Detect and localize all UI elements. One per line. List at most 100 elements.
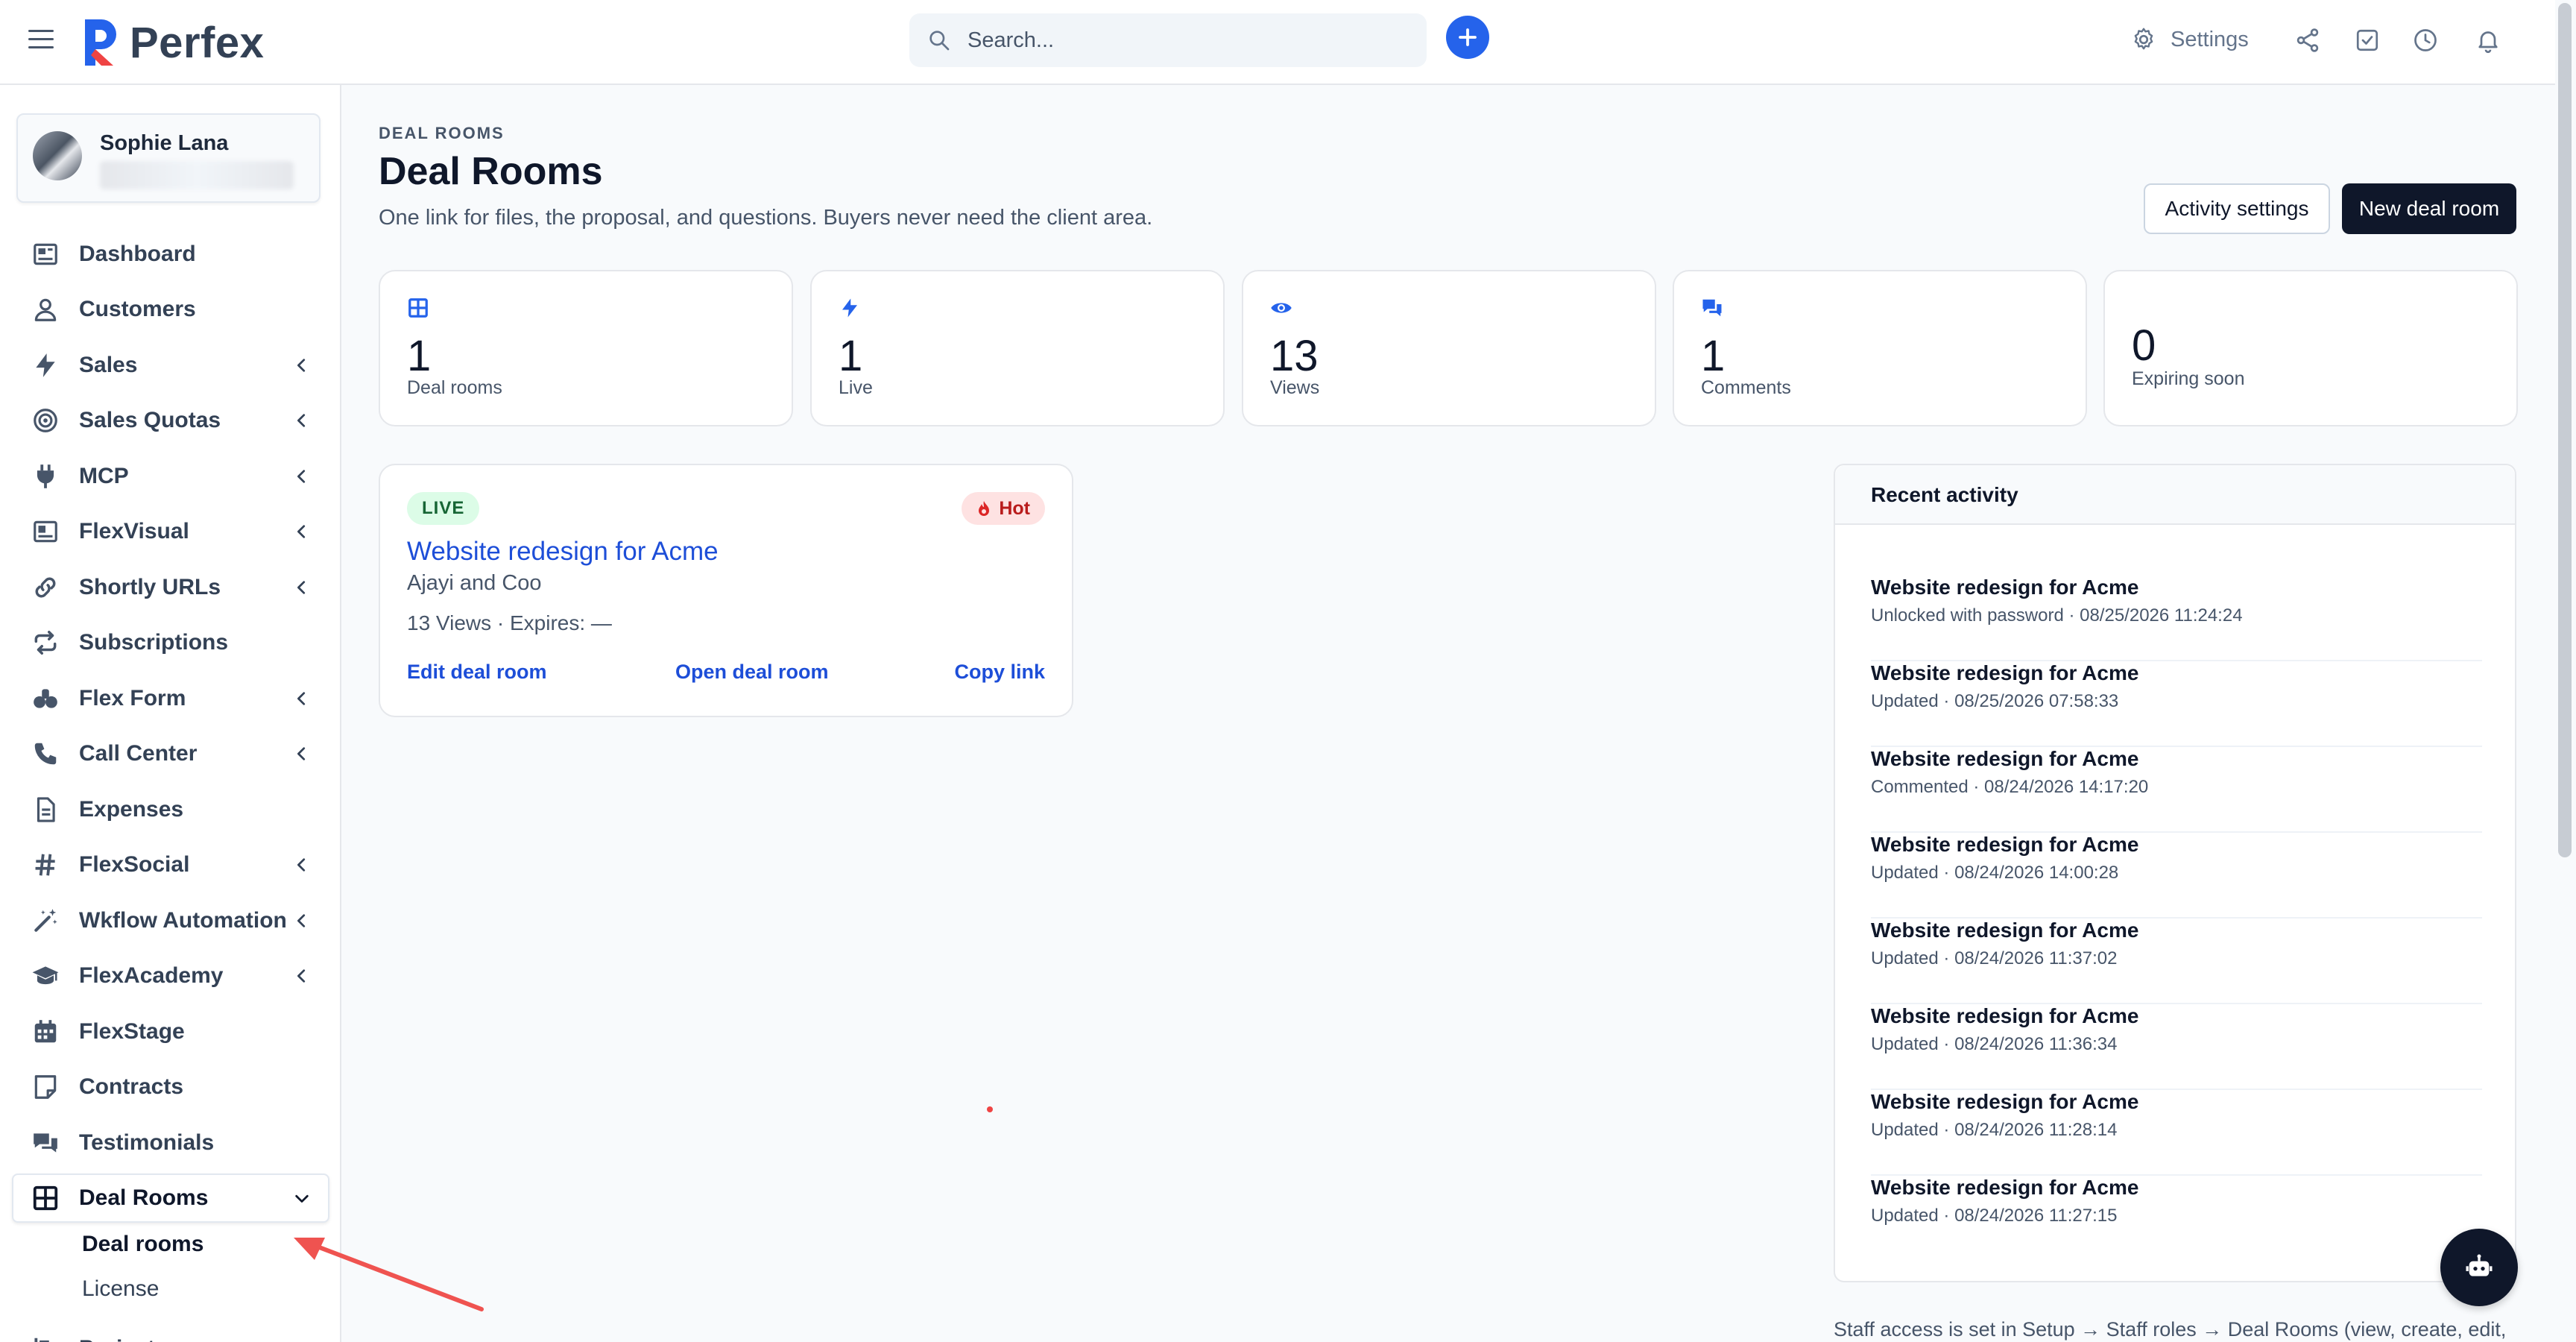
sidebar-item-dashboard[interactable]: Dashboard [0, 228, 341, 280]
sidebar-item-mcp[interactable]: MCP [0, 450, 341, 503]
hot-badge: Hot [962, 492, 1045, 525]
calendar-icon [31, 1018, 60, 1046]
logo[interactable]: Perfex [80, 16, 264, 69]
new-deal-room-button[interactable]: New deal room [2342, 183, 2516, 234]
sidebar-item-sales-quotas[interactable]: Sales Quotas [0, 394, 341, 447]
sidebar-item-label: Dashboard [79, 242, 196, 266]
copy-link-button[interactable]: Copy link [954, 661, 1045, 684]
sidebar-item-call-center[interactable]: Call Center [0, 728, 341, 780]
deal-room-title-link[interactable]: Website redesign for Acme [407, 537, 719, 567]
sidebar-item-testimonials[interactable]: Testimonials [0, 1117, 341, 1169]
sidebar-item-customers[interactable]: Customers [0, 283, 341, 336]
sidebar-item-flexacademy[interactable]: FlexAcademy [0, 950, 341, 1002]
activity-item-title: Website redesign for Acme [1871, 833, 2139, 856]
stat-card-deal-rooms: 1 Deal rooms [379, 270, 793, 426]
deal-room-client: Ajayi and Coo [407, 571, 542, 595]
sidebar-item-label: Contracts [79, 1074, 184, 1099]
flame-icon [979, 501, 990, 516]
sidebar-item-flexstage[interactable]: FlexStage [0, 1006, 341, 1058]
repeat-icon [31, 629, 60, 657]
activity-item-detail: Unlocked with password · 08/25/2026 11:2… [1871, 605, 2243, 626]
page-subtitle: One link for files, the proposal, and qu… [379, 206, 1153, 230]
sidebar-item-label: Shortly URLs [79, 575, 221, 599]
sidebar-item-label: Wkflow Automation [79, 908, 287, 933]
sidebar-item-flexvisual[interactable]: FlexVisual [0, 505, 341, 558]
gear-icon [2134, 28, 2153, 50]
stat-value: 0 [2132, 321, 2156, 370]
sidebar-item-shortly-urls[interactable]: Shortly URLs [0, 561, 341, 614]
logo-mark-icon [85, 19, 116, 66]
sidebar-item-deal-rooms[interactable]: Deal Rooms [12, 1174, 329, 1223]
quick-add-button[interactable] [1446, 16, 1489, 59]
chevron-left-icon [297, 525, 306, 538]
sidebar-item-flex-form[interactable]: Flex Form [0, 672, 341, 725]
checkbox-icon[interactable] [2354, 27, 2381, 54]
stat-label: Deal rooms [407, 377, 502, 398]
chevron-left-icon [297, 969, 306, 983]
annotation-arrow-icon [294, 1238, 484, 1311]
hashtag-icon [31, 851, 60, 879]
grid-icon [408, 298, 428, 318]
sidebar-item-projects[interactable]: Projects [0, 1326, 341, 1342]
chevron-left-icon [297, 414, 306, 427]
share-icon[interactable] [2294, 27, 2321, 54]
status-badge: LIVE [407, 492, 480, 525]
clock-icon[interactable] [2412, 27, 2439, 54]
scrollbar-thumb[interactable] [2558, 3, 2572, 857]
sidebar-item-subscriptions[interactable]: Subscriptions [0, 617, 341, 669]
sidebar-subitem-deal-rooms[interactable]: Deal rooms [82, 1232, 203, 1257]
stat-card-comments: 1 Comments [1673, 270, 2087, 426]
logo-text: Perfex [130, 18, 265, 67]
activity-item: Website redesign for Acme Updated · 08/2… [1871, 919, 2482, 1004]
activity-item: Website redesign for Acme Updated · 08/2… [1871, 833, 2482, 919]
sidebar-item-wkflow-automation[interactable]: Wkflow Automation [0, 895, 341, 947]
settings-link[interactable]: Settings [2130, 26, 2249, 53]
plus-icon [1459, 28, 1477, 46]
avatar [33, 131, 82, 180]
edit-deal-room-link[interactable]: Edit deal room [407, 661, 547, 684]
sidebar: Sophie Lana Dashboard Customers Sales Sa… [0, 85, 341, 1342]
chatbot-button[interactable] [2440, 1229, 2518, 1306]
graduation-cap-icon [31, 962, 60, 990]
activity-item-title: Website redesign for Acme [1871, 661, 2139, 684]
staff-access-note: Staff access is set in Setup → Staff rol… [1834, 1318, 2507, 1341]
chevron-left-icon [297, 359, 306, 372]
user-name: Sophie Lana [100, 131, 229, 155]
sidebar-item-contracts[interactable]: Contracts [0, 1061, 341, 1113]
sidebar-item-label: Sales Quotas [79, 408, 221, 432]
chart-icon [31, 517, 60, 546]
stat-value: 1 [1701, 332, 1726, 380]
sidebar-subitem-license[interactable]: License [82, 1276, 159, 1302]
open-deal-room-link[interactable]: Open deal room [675, 661, 829, 684]
chevron-left-icon [297, 692, 306, 705]
sidebar-item-label: FlexAcademy [79, 963, 224, 988]
search-input[interactable] [967, 28, 1385, 53]
grid-icon [31, 1184, 60, 1212]
plug-icon [31, 462, 60, 491]
search-bar[interactable] [909, 13, 1427, 67]
chevron-down-icon [295, 1194, 309, 1203]
sidebar-item-expenses[interactable]: Expenses [0, 784, 341, 836]
stat-label: Views [1270, 377, 1320, 398]
activity-item: Website redesign for Acme Updated · 08/2… [1871, 1004, 2482, 1090]
activity-item-detail: Updated · 08/24/2026 11:37:02 [1871, 948, 2118, 968]
activity-item-title: Website redesign for Acme [1871, 1004, 2139, 1027]
sidebar-item-sales[interactable]: Sales [0, 339, 341, 391]
chevron-left-icon [297, 858, 306, 872]
sidebar-item-label: Projects [79, 1336, 167, 1342]
activity-item-detail: Updated · 08/25/2026 07:58:33 [1871, 691, 2119, 711]
activity-item-detail: Updated · 08/24/2026 11:27:15 [1871, 1206, 2118, 1226]
menu-toggle-icon[interactable] [28, 30, 54, 51]
activity-settings-button[interactable]: Activity settings [2144, 183, 2330, 234]
link-icon [31, 573, 60, 602]
bolt-icon [31, 351, 60, 379]
activity-item-detail: Updated · 08/24/2026 14:00:28 [1871, 863, 2119, 883]
bell-icon[interactable] [2475, 27, 2501, 54]
stat-card-expiring-soon: 0 Expiring soon [2103, 270, 2518, 426]
activity-item-detail: Updated · 08/24/2026 11:28:14 [1871, 1120, 2118, 1140]
activity-item: Website redesign for Acme Updated · 08/2… [1871, 1176, 2482, 1261]
deal-room-card: LIVE Hot Website redesign for Acme Ajayi… [379, 464, 1073, 717]
bolt-icon [842, 298, 857, 318]
sidebar-item-flexsocial[interactable]: FlexSocial [0, 839, 341, 891]
user-card[interactable]: Sophie Lana [16, 113, 321, 203]
